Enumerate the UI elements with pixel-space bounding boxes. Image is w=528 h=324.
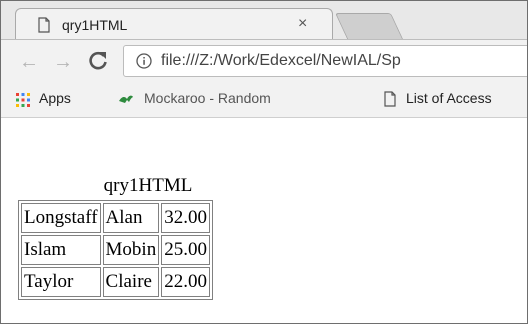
result-table: Longstaff Alan 32.00 Islam Mobin 25.00 T… xyxy=(18,200,213,300)
info-icon[interactable] xyxy=(136,53,152,69)
surname-cell: Longstaff xyxy=(21,203,101,233)
tab-strip: qry1HTML × xyxy=(1,1,527,39)
page-content: qry1HTML Longstaff Alan 32.00 Islam Mobi… xyxy=(1,118,527,323)
page-icon xyxy=(38,17,50,33)
forward-icon[interactable]: → xyxy=(53,52,73,72)
table-row: Longstaff Alan 32.00 xyxy=(21,203,210,233)
bookmark-list-of-access[interactable]: List of Access xyxy=(406,90,492,106)
browser-window: qry1HTML × ← → file:///Z:/Work/Edexcel/N… xyxy=(0,0,528,324)
tab-qry1html[interactable]: qry1HTML × xyxy=(15,8,333,39)
amount-cell: 32.00 xyxy=(161,203,210,233)
reload-icon[interactable] xyxy=(85,48,111,74)
forename-cell: Alan xyxy=(102,203,160,233)
toolbar: ← → file:///Z:/Work/Edexcel/NewIAL/Sp xyxy=(1,39,527,82)
address-bar[interactable]: file:///Z:/Work/Edexcel/NewIAL/Sp xyxy=(123,45,527,77)
forename-cell: Mobin xyxy=(102,235,160,265)
table-row: Islam Mobin 25.00 xyxy=(21,235,210,265)
apps-grid-icon xyxy=(16,93,30,107)
amount-cell: 25.00 xyxy=(161,235,210,265)
surname-cell: Taylor xyxy=(21,267,101,297)
page-icon xyxy=(384,91,396,107)
table-row: Taylor Claire 22.00 xyxy=(21,267,210,297)
mockaroo-icon xyxy=(119,95,133,103)
bookmark-mockaroo[interactable]: Mockaroo - Random xyxy=(144,90,271,106)
new-tab-button[interactable] xyxy=(334,13,404,39)
amount-cell: 22.00 xyxy=(161,267,210,297)
tab-title: qry1HTML xyxy=(62,17,128,33)
close-tab-icon[interactable]: × xyxy=(298,15,307,33)
bookmarks-bar: Apps Mockaroo - Random List of Access xyxy=(1,81,527,118)
bookmark-apps[interactable]: Apps xyxy=(39,90,71,106)
back-icon[interactable]: ← xyxy=(19,52,39,72)
url-text: file:///Z:/Work/Edexcel/NewIAL/Sp xyxy=(161,52,401,69)
table-caption: qry1HTML xyxy=(103,175,193,196)
forename-cell: Claire xyxy=(102,267,160,297)
surname-cell: Islam xyxy=(21,235,101,265)
